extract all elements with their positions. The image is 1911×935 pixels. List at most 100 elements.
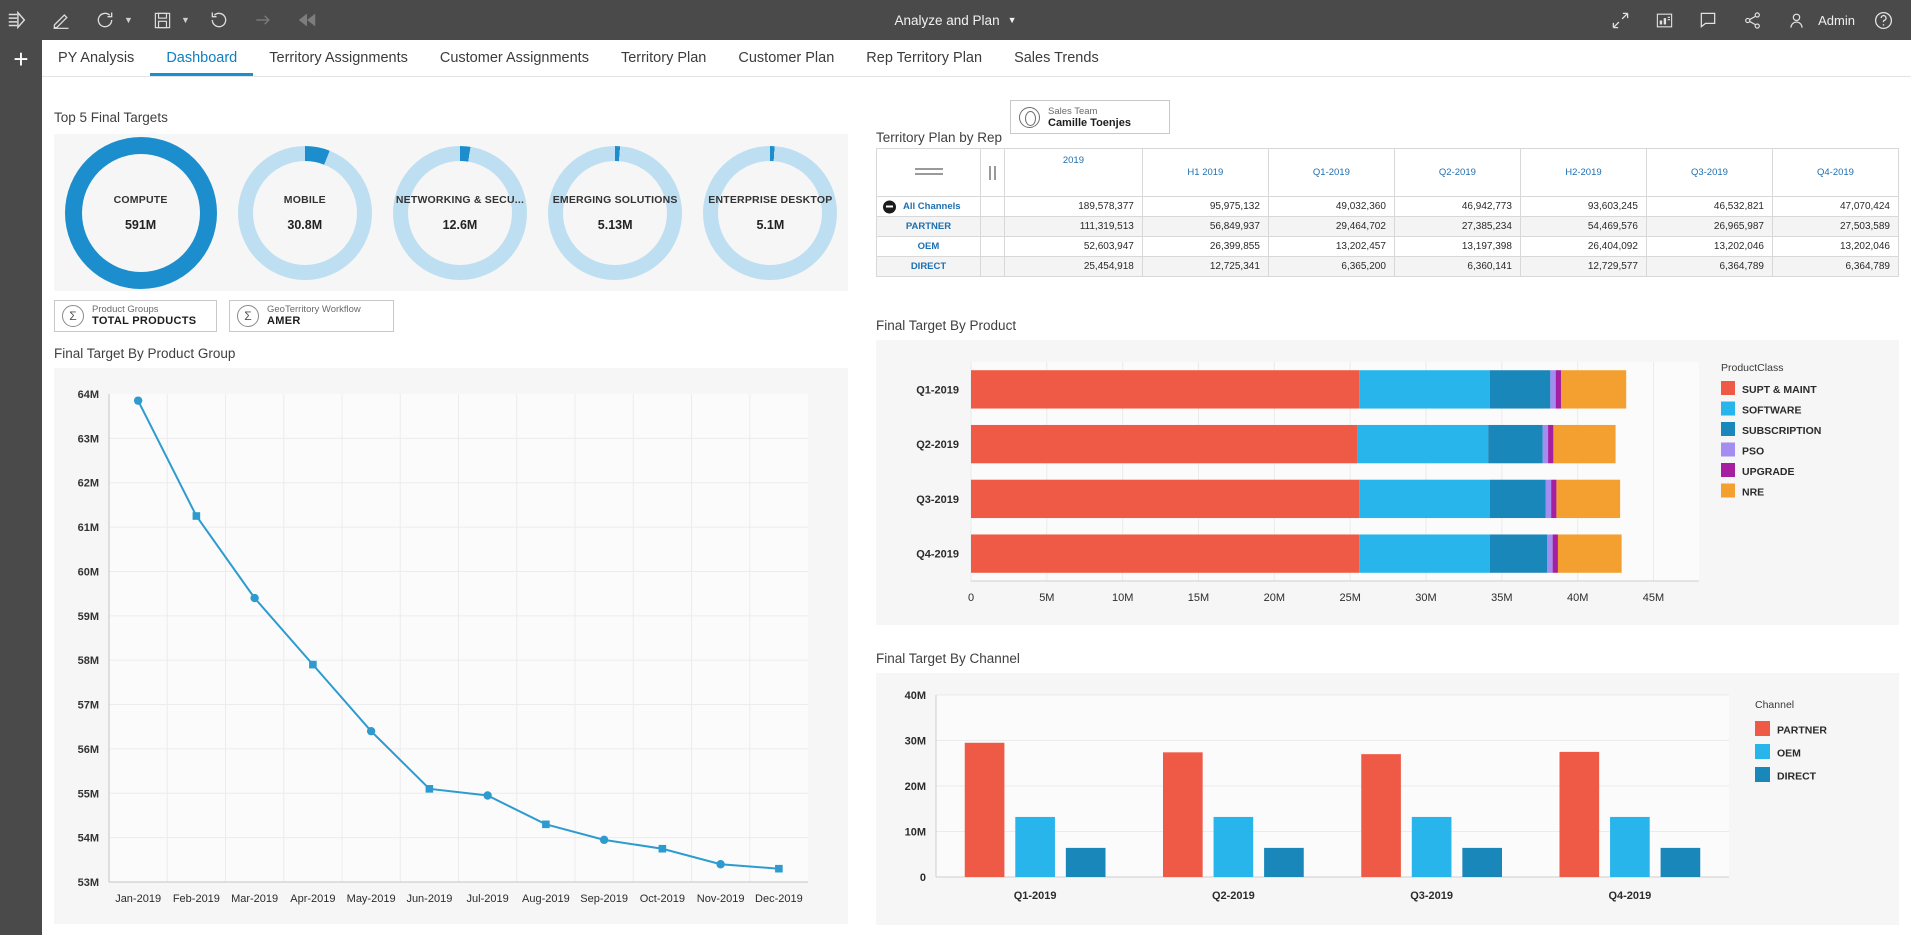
table-cell[interactable]: 26,399,855 — [1142, 237, 1268, 257]
row-header-all-channels[interactable]: All Channels — [877, 197, 981, 217]
tab-dashboard[interactable]: Dashboard — [150, 40, 253, 76]
donut-compute[interactable]: COMPUTE 591M — [65, 137, 217, 289]
bar[interactable] — [1610, 817, 1650, 877]
bar[interactable] — [1559, 752, 1599, 877]
donut-networking-security[interactable]: NETWORKING & SECU... 12.6M — [393, 146, 527, 280]
table-cell[interactable]: 52,603,947 — [1005, 237, 1143, 257]
table-cell[interactable]: 6,364,789 — [1772, 257, 1898, 277]
table-cell[interactable]: 54,469,576 — [1520, 217, 1646, 237]
stacked-bar-segment[interactable] — [1558, 534, 1622, 572]
territory-plan-table[interactable]: 2019 H1 2019 Q1-2019 Q2-2019 H2-2019 Q3-… — [876, 148, 1899, 277]
tab-sales-trends[interactable]: Sales Trends — [998, 40, 1115, 76]
share-icon[interactable] — [1730, 0, 1774, 40]
user-icon[interactable] — [1774, 0, 1818, 40]
tab-territory-plan[interactable]: Territory Plan — [605, 40, 722, 76]
table-cell[interactable]: 27,503,589 — [1772, 217, 1898, 237]
legend-swatch[interactable] — [1755, 744, 1770, 759]
bar[interactable] — [1264, 848, 1304, 877]
donut-mobile[interactable]: MOBILE 30.8M — [238, 146, 372, 280]
help-icon[interactable] — [1861, 0, 1905, 40]
line-chart-svg[interactable]: 64M63M62M61M60M59M58M57M56M55M54M53MJan-… — [54, 368, 848, 924]
line-data-point[interactable] — [600, 836, 608, 844]
stacked-bar-segment[interactable] — [1488, 425, 1543, 463]
stacked-bar-segment[interactable] — [1546, 480, 1551, 518]
line-data-point[interactable] — [309, 661, 317, 669]
tab-customer-assignments[interactable]: Customer Assignments — [424, 40, 605, 76]
collapse-minus-icon[interactable] — [883, 200, 896, 213]
line-data-point[interactable] — [193, 512, 201, 520]
col-header-h1-2019[interactable]: H1 2019 — [1142, 149, 1268, 197]
table-cell[interactable]: 95,975,132 — [1142, 197, 1268, 217]
bar[interactable] — [965, 743, 1005, 877]
legend-label[interactable]: PARTNER — [1777, 725, 1827, 737]
undo-icon[interactable] — [202, 0, 236, 40]
bar[interactable] — [1361, 754, 1401, 877]
stacked-bar-segment[interactable] — [1359, 370, 1489, 408]
row-header-direct[interactable]: DIRECT — [877, 257, 981, 277]
table-cell[interactable]: 26,404,092 — [1520, 237, 1646, 257]
table-cell[interactable]: 13,202,046 — [1772, 237, 1898, 257]
channel-bar-svg[interactable]: 40M30M20M10M0Q1-2019Q2-2019Q3-2019Q4-201… — [876, 673, 1899, 925]
table-row[interactable]: DIRECT25,454,91812,725,3416,365,2006,360… — [877, 257, 1899, 277]
stacked-bar-segment[interactable] — [1548, 425, 1553, 463]
stacked-bar-segment[interactable] — [1547, 534, 1552, 572]
table-cell[interactable]: 13,202,457 — [1268, 237, 1394, 257]
legend-swatch[interactable] — [1755, 767, 1770, 782]
stacked-bar-segment[interactable] — [1561, 370, 1626, 408]
col-header-2019[interactable]: 2019 — [1005, 149, 1143, 197]
table-cell[interactable]: 6,365,200 — [1268, 257, 1394, 277]
donut-emerging-solutions[interactable]: EMERGING SOLUTIONS 5.13M — [548, 146, 682, 280]
filter-product-groups[interactable]: Σ Product Groups TOTAL PRODUCTS — [54, 300, 217, 332]
table-cell[interactable]: 13,197,398 — [1394, 237, 1520, 257]
stacked-bar-segment[interactable] — [1553, 534, 1558, 572]
table-row[interactable]: All Channels 189,578,37795,975,13249,032,… — [877, 197, 1899, 217]
stacked-bar-segment[interactable] — [971, 534, 1359, 572]
col-header-q4-2019[interactable]: Q4-2019 — [1772, 149, 1898, 197]
stacked-bar-segment[interactable] — [1543, 425, 1548, 463]
save-dropdown-caret-icon[interactable]: ▼ — [179, 0, 192, 40]
tab-customer-plan[interactable]: Customer Plan — [722, 40, 850, 76]
table-cell[interactable]: 111,319,513 — [1005, 217, 1143, 237]
line-data-point[interactable] — [659, 845, 667, 853]
table-cell[interactable]: 12,729,577 — [1520, 257, 1646, 277]
table-cell[interactable]: 49,032,360 — [1268, 197, 1394, 217]
legend-label[interactable]: DIRECT — [1777, 771, 1817, 783]
legend-swatch[interactable] — [1721, 463, 1735, 477]
filter-sales-team[interactable]: Sales Team Camille Toenjes — [1010, 100, 1170, 134]
table-cell[interactable]: 93,603,245 — [1520, 197, 1646, 217]
admin-label[interactable]: Admin — [1818, 13, 1855, 28]
bar[interactable] — [1163, 752, 1203, 877]
donut-enterprise-desktop[interactable]: ENTERPRISE DESKTOP 5.1M — [703, 146, 837, 280]
table-cell[interactable]: 189,578,377 — [1005, 197, 1143, 217]
stacked-bar-segment[interactable] — [1553, 425, 1615, 463]
stacked-bar-segment[interactable] — [1556, 480, 1620, 518]
stacked-bar-segment[interactable] — [1359, 534, 1489, 572]
refresh-dropdown-caret-icon[interactable]: ▼ — [122, 0, 135, 40]
stacked-bar-svg[interactable]: Q1-2019Q2-2019Q3-2019Q4-201905M10M15M20M… — [876, 340, 1899, 625]
line-data-point[interactable] — [716, 860, 724, 868]
col-header-q2-2019[interactable]: Q2-2019 — [1394, 149, 1520, 197]
table-cell[interactable]: 46,532,821 — [1646, 197, 1772, 217]
save-icon[interactable] — [145, 0, 179, 40]
table-cell[interactable]: 25,454,918 — [1005, 257, 1143, 277]
expand-icon[interactable] — [1598, 0, 1642, 40]
table-collapse-handle[interactable] — [981, 149, 1005, 197]
filter-geoterritory-workflow[interactable]: Σ GeoTerritory Workflow AMER — [229, 300, 394, 332]
legend-swatch[interactable] — [1721, 443, 1735, 457]
pencil-icon[interactable] — [44, 0, 78, 40]
legend-label[interactable]: NRE — [1742, 487, 1764, 499]
line-data-point[interactable] — [426, 785, 434, 793]
legend-swatch[interactable] — [1721, 402, 1735, 416]
tab-py-analysis[interactable]: PY Analysis — [42, 40, 150, 76]
table-cell[interactable]: 6,360,141 — [1394, 257, 1520, 277]
line-data-point[interactable] — [250, 594, 258, 602]
plus-icon[interactable]: + — [0, 40, 42, 78]
stacked-bar-segment[interactable] — [1551, 480, 1556, 518]
legend-label[interactable]: OEM — [1777, 748, 1801, 760]
table-row-header-menu[interactable] — [877, 149, 981, 197]
col-header-q3-2019[interactable]: Q3-2019 — [1646, 149, 1772, 197]
legend-label[interactable]: SUBSCRIPTION — [1742, 425, 1821, 437]
line-data-point[interactable] — [542, 821, 550, 829]
table-cell[interactable]: 29,464,702 — [1268, 217, 1394, 237]
table-row[interactable]: PARTNER111,319,51356,849,93729,464,70227… — [877, 217, 1899, 237]
